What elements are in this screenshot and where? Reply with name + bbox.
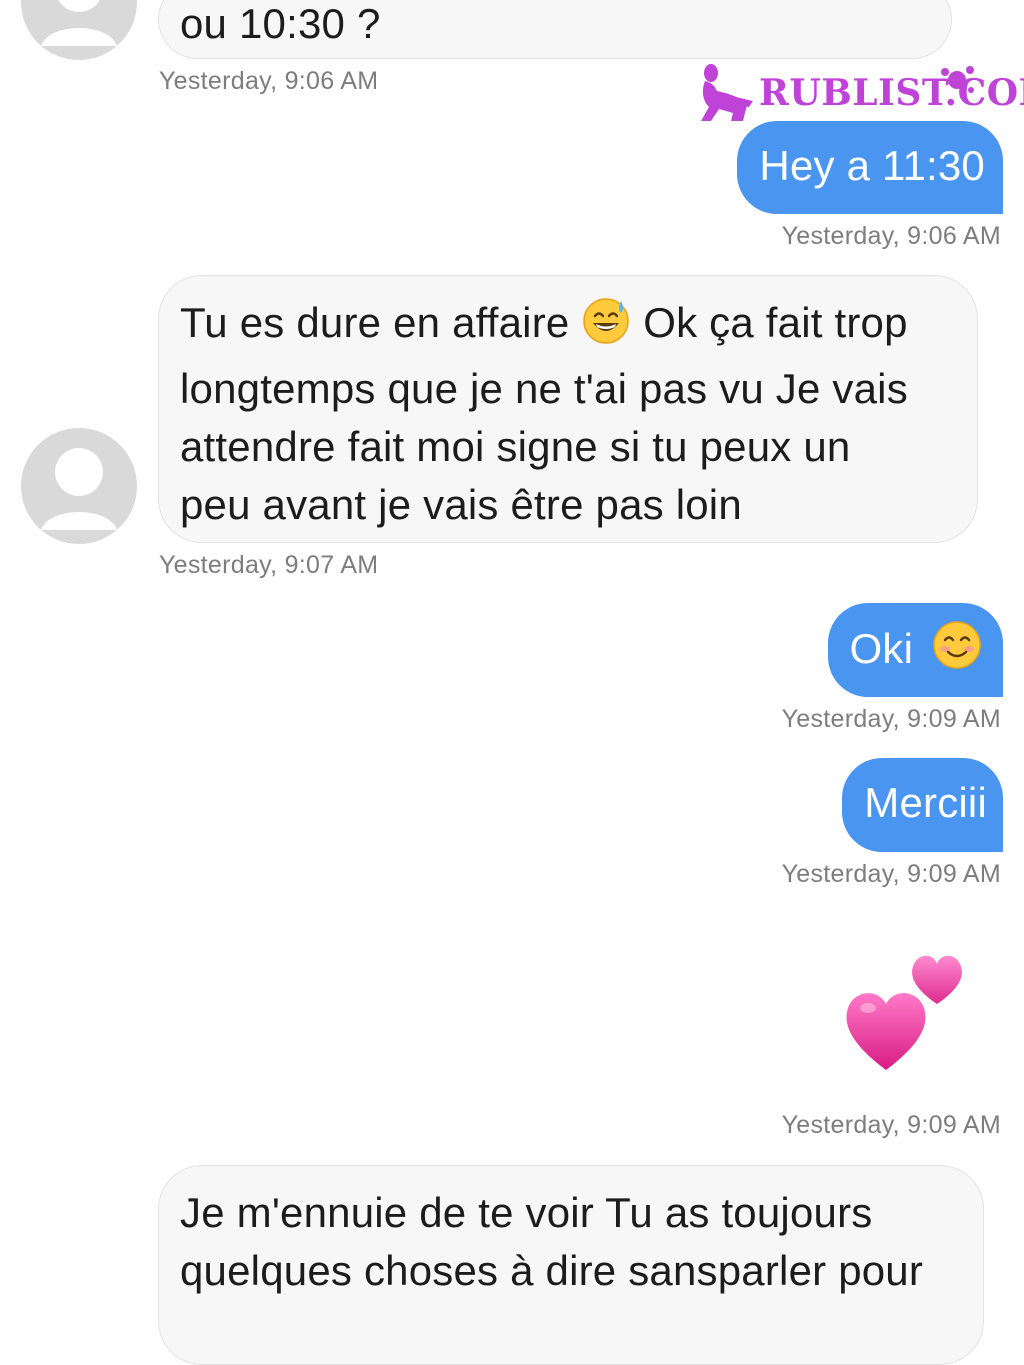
message-line: Je m'ennuie de te voir Tu as toujours	[180, 1189, 873, 1236]
message-bubble-outgoing[interactable]: Hey a 11:30	[737, 121, 1003, 214]
contact-avatar[interactable]	[21, 428, 137, 544]
message-bubble-outgoing[interactable]: Oki	[827, 603, 1003, 697]
watermark-text: RUBLIST.COM	[759, 72, 1024, 114]
message-timestamp: Yesterday, 9:09 AM	[781, 705, 1001, 733]
message-bubble-outgoing[interactable]: Merciii	[842, 758, 1003, 852]
grinning-sweat-emoji-icon	[581, 295, 631, 360]
contact-avatar[interactable]	[21, 0, 137, 60]
message-line: quelques choses à dire sansparler pour	[180, 1247, 924, 1294]
silhouette-logo-icon	[701, 64, 753, 121]
message-timestamp: Yesterday, 9:07 AM	[159, 551, 379, 579]
message-line: longtemps que je ne t'ai pas vu Je vais	[180, 365, 908, 412]
message-text: Merciii	[864, 779, 987, 826]
message-text: Ok ça fait trop	[643, 299, 908, 346]
message-text: Hey a 11:30	[759, 142, 985, 189]
message-bubble-incoming[interactable]: Tu es dure en affaire Ok ça fait trop lo…	[158, 275, 978, 543]
message-text: Tu es dure en affaire	[180, 299, 570, 346]
message-line: Tu es dure en affaire Ok ça fait trop	[180, 294, 953, 360]
message-bubble-incoming[interactable]: Je m'ennuie de te voir Tu as toujours qu…	[158, 1165, 984, 1365]
message-timestamp: Yesterday, 9:09 AM	[781, 1111, 1001, 1139]
message-text: Oki	[849, 625, 914, 672]
message-bubble-incoming[interactable]: ou 10:30 ?	[158, 0, 952, 59]
person-icon	[41, 448, 117, 530]
message-text: ou 10:30 ?	[180, 0, 381, 47]
message-timestamp: Yesterday, 9:06 AM	[159, 67, 379, 95]
person-icon	[41, 0, 117, 46]
message-line: peu avant je vais être pas loin	[180, 481, 742, 528]
watermark-bubbles-icon	[941, 66, 974, 93]
smiling-face-emoji-icon	[931, 619, 983, 686]
message-line: attendre fait moi signe si tu peux un	[180, 423, 851, 470]
two-hearts-emoji-icon[interactable]	[840, 948, 970, 1081]
message-timestamp: Yesterday, 9:06 AM	[781, 222, 1001, 250]
watermark-logo: RUBLIST.COM	[697, 60, 1024, 126]
message-timestamp: Yesterday, 9:09 AM	[781, 860, 1001, 888]
